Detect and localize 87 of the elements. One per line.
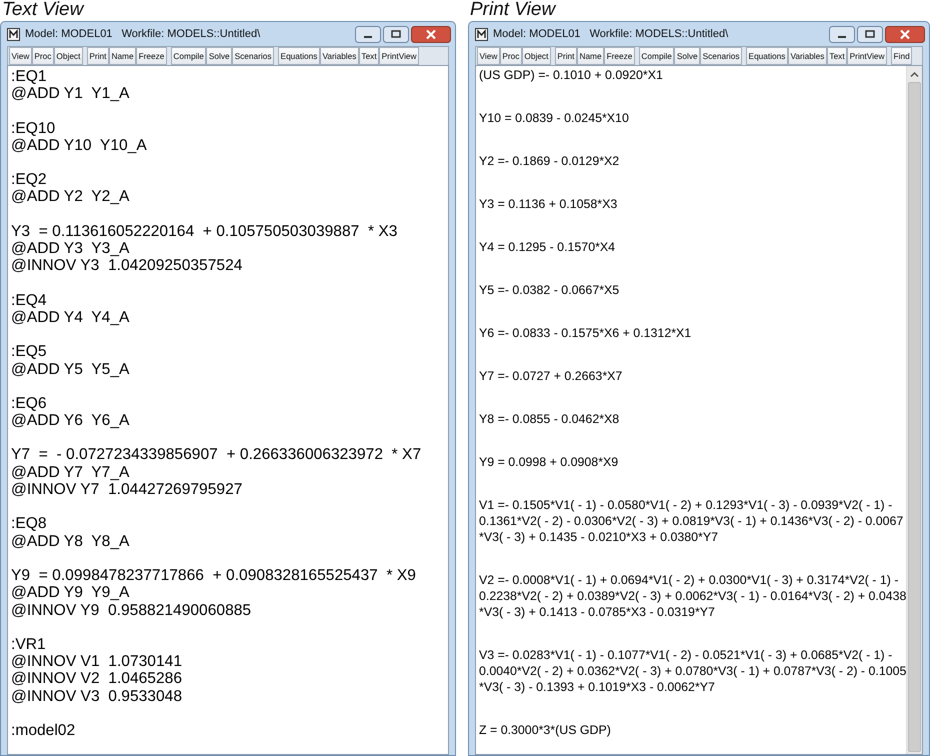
toolbar-button[interactable]: Proc [500,47,522,65]
toolbar-button[interactable]: Variables [788,47,827,65]
model-text-line: @INNOV V3 0.9533048 [11,688,183,706]
model-text-line: @ADD Y2 Y2_A [11,188,130,206]
scroll-up-icon[interactable] [910,71,919,78]
toolbar-button[interactable]: Compile [638,47,674,65]
toolbar-button[interactable]: Equations [278,47,320,65]
toolbar-button[interactable]: Scenarios [700,47,742,65]
model-text-line: Y9 = 0.0998478237717866 + 0.0908328165525437 * X9 [11,566,417,584]
equation-line: V3 =- 0.0283*V1( - 1) - 0.1077*V1( - 2) - 0.0521*V1( - 3) + 0.0685*V2( - 1) - [479,647,894,663]
toolbar-button[interactable]: Find [891,47,912,65]
window-title: Model: MODEL01 Workfile: MODELS::Untitled\ [25,28,262,40]
window-title: Model: MODEL01 Workfile: MODELS::Untitled\ [493,28,730,40]
toolbar-button[interactable]: Print [86,47,109,65]
toolbar-button[interactable]: Text [358,47,380,65]
minimize-icon[interactable] [355,26,381,42]
toolbar-button[interactable]: Print [554,47,577,65]
toolbar-button[interactable]: Name [576,47,604,65]
model-text-line: @INNOV Y9 0.958821490060885 [11,602,252,619]
model-text-line: @INNOV Y3 1.04209250357524 [11,257,244,275]
toolbar-button[interactable]: Solve [206,47,232,65]
app-icon [7,28,20,40]
toolbar-button[interactable]: PrintView [379,47,420,65]
equation-line: (US GDP) =- 0.1010 + 0.0920*X1 [479,67,664,83]
equation-line: Y8 =- 0.0855 - 0.0462*X8 [479,411,620,427]
model-text-line: @ADD Y6 Y6_A [11,412,130,430]
model-text-line: @ADD Y7 Y7_A [11,464,130,482]
maximize-icon[interactable] [857,26,883,42]
toolbar-button[interactable]: View [477,47,500,65]
model-text-line: :EQ1 [11,68,48,86]
model-text-line: :EQ10 [11,120,56,137]
equation-line: Y4 = 0.1295 - 0.1570*X4 [479,239,616,255]
model-text-line: @ADD Y5 Y5_A [11,360,130,378]
close-icon[interactable] [411,26,451,42]
model-text-line: @ADD Y1 Y1_A [11,85,130,103]
model-text-line: :EQ2 [11,171,48,188]
equation-line: Y10 = 0.0839 - 0.0245*X10 [479,110,630,126]
model-text-line: :EQ8 [11,515,48,533]
model-text-line: @ADD Y3 Y3_A [11,240,130,258]
toolbar-button[interactable]: Compile [170,47,206,65]
toolbar-button[interactable]: Equations [746,47,788,65]
model-text-line: @INNOV V2 1.0465286 [11,670,183,688]
model-text-line: :VR1 [11,636,47,654]
close-icon[interactable] [885,26,925,42]
toolbar-button[interactable]: Name [108,47,136,65]
scrollbar[interactable] [906,66,922,754]
equation-line: Y7 =- 0.0727 + 0.2663*X7 [479,368,624,384]
toolbar-button[interactable]: Scenarios [232,47,274,65]
toolbar-button[interactable]: Solve [674,47,700,65]
model-text-line: :EQ5 [11,343,48,361]
toolbar-button[interactable]: PrintView [847,47,888,65]
model-text-line: @ADD Y10 Y10_A [11,136,148,154]
model-text-line: @ADD Y9 Y9_A [11,584,130,602]
model-text-line: @INNOV V1 1.0730141 [11,653,183,670]
toolbar-button[interactable]: Proc [32,47,54,65]
equation-line: 0.1361*V2( - 2) - 0.0306*V2( - 3) + 0.0819*V3( - 1) + 0.1436*V3( - 2) - 0.0067 [479,513,903,529]
equation-line: Z = 0.3000*3*(US GDP) [479,722,612,738]
toolbar-button[interactable]: Object [522,47,551,65]
equation-line: V1 =- 0.1505*V1( - 1) - 0.0580*V1( - 2) + 0.1293*V1( - 3) - 0.0939*V2( - 1) - [479,497,894,513]
model-text-line: :model02 [11,722,76,740]
maximize-icon[interactable] [383,26,409,42]
equation-line: *V3( - 3) + 0.1435 - 0.0210*X3 + 0.0380*Y7 [479,529,720,545]
equation-line: Y2 =- 0.1869 - 0.0129*X2 [479,153,620,169]
view-caption: Print View [469,0,558,21]
equation-line: *V3( - 3) + 0.1413 - 0.0785*X3 - 0.0319*Y7 [479,604,716,620]
toolbar-button[interactable]: Text [826,47,848,65]
model-text-line: Y3 = 0.113616052220164 + 0.105750503039887 * X3 [11,222,398,240]
equation-line: Y9 = 0.0998 + 0.0908*X9 [479,454,620,470]
model-text-line: Y7 = - 0.0727234339856907 + 0.266336006323972 * X7 [11,446,422,464]
app-icon [475,28,488,40]
model-text-line: @ADD Y8 Y8_A [11,532,130,550]
view-caption: Text View [1,0,86,21]
toolbar-button[interactable]: Object [54,47,83,65]
equation-line: V2 =- 0.0008*V1( - 1) + 0.0694*V1( - 2) + 0.0300*V1( - 3) + 0.3174*V2( - 1) - [479,572,900,588]
model-text-line: :EQ6 [11,394,48,412]
model-text-line: :EQ4 [11,292,48,309]
toolbar-button[interactable]: Freeze [604,47,635,65]
toolbar-button[interactable]: Variables [320,47,359,65]
minimize-icon[interactable] [829,26,855,42]
toolbar-button[interactable]: View [9,47,32,65]
equation-line: Y5 =- 0.0382 - 0.0667*X5 [479,282,620,298]
model-text-line: @INNOV Y7 1.04427269795927 [11,481,244,498]
model-text-line: @ADD Y4 Y4_A [11,308,130,326]
toolbar-button[interactable]: Freeze [136,47,167,65]
equation-line: Y6 =- 0.0833 - 0.1575*X6 + 0.1312*X1 [479,325,692,341]
equation-line: *V3( - 3) - 0.1393 + 0.1019*X3 - 0.0062*Y7 [479,679,716,695]
equation-line: Y3 = 0.1136 + 0.1058*X3 [479,196,618,212]
